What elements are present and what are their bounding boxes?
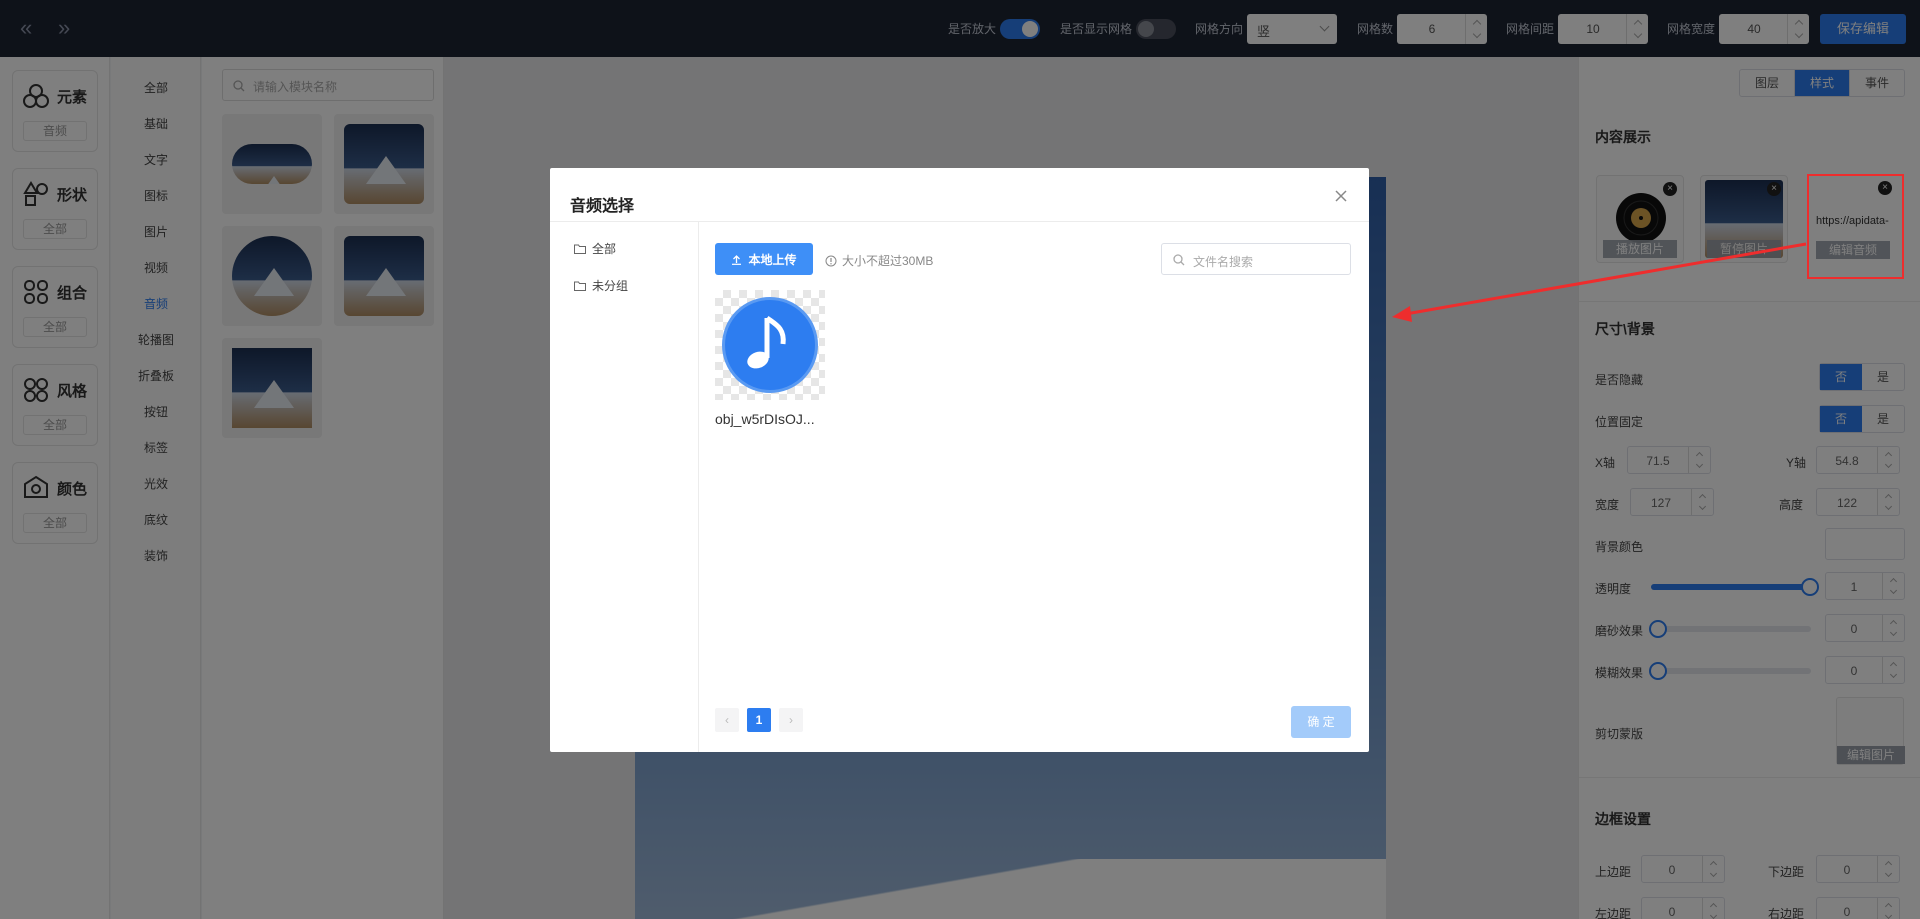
next-page-button[interactable]: › <box>779 708 803 732</box>
folder-icon <box>574 244 586 254</box>
music-note-icon <box>722 297 818 393</box>
folder-ungrouped[interactable]: 未分组 <box>574 277 628 294</box>
file-search-input[interactable]: 文件名搜索 <box>1161 243 1351 275</box>
upload-icon <box>732 254 742 265</box>
current-page[interactable]: 1 <box>747 708 771 732</box>
dialog-title: 音频选择 <box>570 198 635 215</box>
audio-file-name[interactable]: obj_w5rDIsOJ... <box>715 411 815 427</box>
folder-all[interactable]: 全部 <box>574 240 616 257</box>
audio-select-dialog: 音频选择 全部 未分组 本地上传 大小不超过30MB 文件名搜索 obj_w5r… <box>550 168 1369 752</box>
confirm-button[interactable]: 确 定 <box>1291 706 1351 738</box>
folder-icon <box>574 281 586 291</box>
annotation-highlight <box>1807 174 1904 279</box>
close-icon[interactable] <box>1333 188 1349 204</box>
size-hint: 大小不超过30MB <box>825 252 933 269</box>
search-icon <box>1173 254 1185 266</box>
folder-list: 全部 未分组 <box>550 222 699 752</box>
audio-file-card[interactable] <box>715 290 825 400</box>
local-upload-button[interactable]: 本地上传 <box>715 243 813 275</box>
info-icon <box>825 255 837 266</box>
prev-page-button[interactable]: ‹ <box>715 708 739 732</box>
